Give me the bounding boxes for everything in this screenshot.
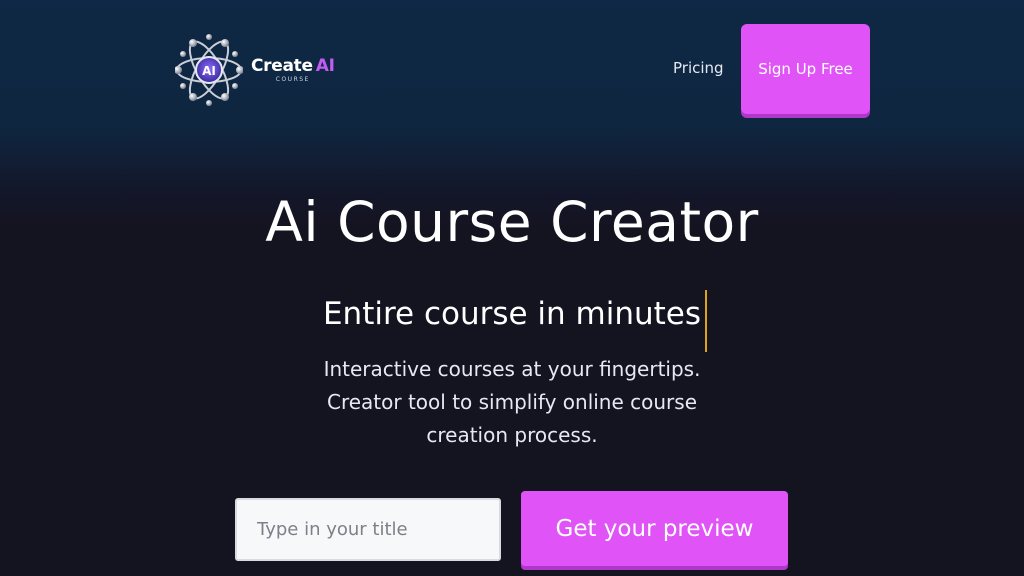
description-line: creation process.	[426, 423, 598, 447]
logo-wordmark: Create AI	[251, 55, 335, 76]
typing-headline: Entire course in minutes	[0, 290, 1024, 352]
get-preview-button[interactable]: Get your preview	[521, 491, 788, 566]
site-header: AI Create AI COURSE Pricing Sign Up Free	[0, 0, 1024, 140]
atom-icon: AI	[174, 34, 244, 106]
signup-button[interactable]: Sign Up Free	[741, 24, 870, 114]
typing-text: Entire course in minutes	[323, 290, 708, 352]
hero-description: Interactive courses at your fingertips. …	[312, 353, 712, 452]
logo-word-accent: AI	[315, 55, 335, 76]
logo-subtitle: COURSE	[275, 75, 310, 83]
description-line: Creator tool to simplify online course	[327, 390, 697, 414]
logo-text: Create AI COURSE	[251, 55, 335, 83]
course-title-input[interactable]	[235, 498, 501, 561]
description-line: Interactive courses at your fingertips.	[323, 357, 701, 381]
nav-link-pricing[interactable]: Pricing	[673, 59, 724, 77]
page-title: Ai Course Creator	[265, 190, 759, 254]
logo-badge-text: AI	[202, 64, 216, 78]
logo-word-main: Create	[251, 55, 313, 76]
logo[interactable]: AI Create AI COURSE	[174, 34, 335, 106]
